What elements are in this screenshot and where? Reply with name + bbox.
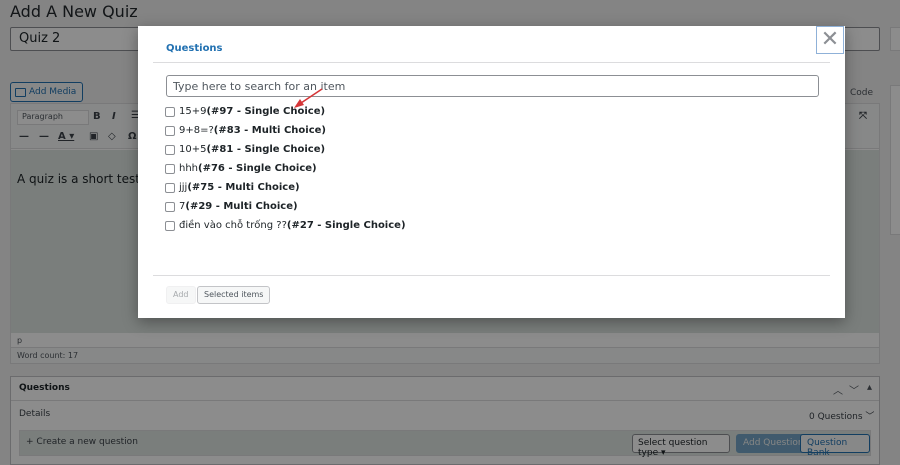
checkbox[interactable] [165, 163, 175, 174]
list-item[interactable]: điền vào chỗ trống ?? (#27 - Single Choic… [165, 216, 406, 235]
checkbox[interactable] [165, 125, 175, 136]
tab-questions[interactable]: Questions [166, 43, 223, 54]
list-item[interactable]: jjj (#75 - Multi Choice) [165, 178, 406, 197]
checkbox[interactable] [165, 182, 175, 193]
list-item[interactable]: 9+8=? (#83 - Multi Choice) [165, 121, 406, 140]
list-item[interactable]: hhh (#76 - Single Choice) [165, 159, 406, 178]
search-input[interactable] [166, 75, 819, 97]
selected-items-button[interactable]: Selected items [197, 286, 271, 304]
question-list: 15+9 (#97 - Single Choice) 9+8=? (#83 - Mu… [165, 102, 406, 235]
add-button[interactable]: Add [166, 286, 196, 304]
footer-divider [153, 275, 830, 276]
close-icon[interactable]: ✕ [816, 26, 844, 54]
checkbox[interactable] [165, 220, 175, 231]
list-item[interactable]: 7 (#29 - Multi Choice) [165, 197, 406, 216]
checkbox[interactable] [165, 201, 175, 212]
tab-divider [153, 62, 830, 63]
list-item[interactable]: 15+9 (#97 - Single Choice) [165, 102, 406, 121]
list-item[interactable]: 10+5 (#81 - Single Choice) [165, 140, 406, 159]
question-picker-modal: Questions ✕ 15+9(#97 - Single Choice) 9+… [138, 26, 845, 318]
checkbox[interactable] [165, 106, 175, 117]
checkbox[interactable] [165, 144, 175, 155]
